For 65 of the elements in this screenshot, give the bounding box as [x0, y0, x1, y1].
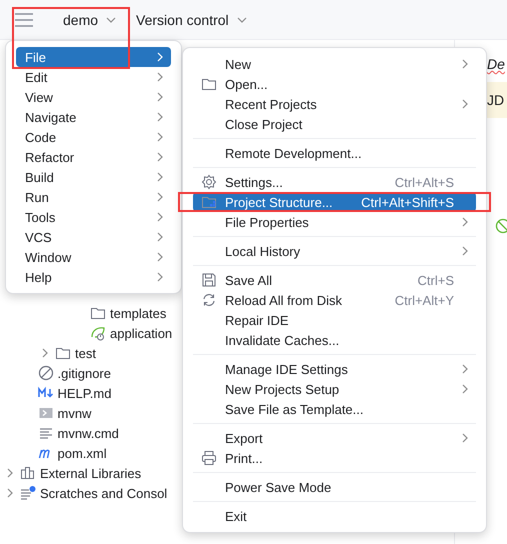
tree-item[interactable]: mvnw.cmd	[58, 426, 119, 440]
menu-item[interactable]: Window	[16, 247, 171, 267]
menu-item[interactable]: Edit	[16, 67, 171, 87]
menu-item[interactable]: VCS	[16, 227, 171, 247]
vcs-dropdown[interactable]: Version control	[132, 10, 251, 30]
chevron-right-icon[interactable]	[7, 468, 13, 478]
tree-item[interactable]: .gitignore	[58, 366, 111, 380]
menu-item[interactable]: Invalidate Caches...	[193, 330, 476, 350]
menu-item[interactable]: Local History	[193, 241, 476, 261]
no-entry-icon	[495, 218, 507, 234]
menu-item[interactable]: New	[193, 54, 476, 74]
settings-icon	[201, 174, 217, 190]
tree-item[interactable]: mvnw	[58, 406, 92, 420]
chevron-right-icon[interactable]	[7, 488, 13, 498]
tree-item[interactable]: HELP.md	[58, 386, 112, 400]
tree-item[interactable]: Scratches and Consol	[40, 486, 168, 500]
leaf-config-icon	[90, 325, 106, 341]
folder-icon	[201, 194, 217, 210]
folder-icon	[55, 345, 71, 361]
menu-item[interactable]: Reload All from Disk Ctrl+Alt+Y	[193, 290, 476, 310]
menu-icon	[15, 12, 33, 26]
menu-item[interactable]: Code	[16, 127, 171, 147]
project-dropdown[interactable]: demo	[59, 10, 120, 30]
menu-item[interactable]: Print...	[193, 448, 476, 468]
libraries-icon	[20, 465, 36, 481]
tree-item[interactable]: test	[75, 346, 96, 360]
menu-item[interactable]: Open...	[193, 74, 476, 94]
ignore-icon	[38, 365, 54, 381]
menu-item[interactable]: Recent Projects	[193, 94, 476, 114]
tree-item[interactable]: External Libraries	[40, 466, 142, 480]
tree-item[interactable]: pom.xml	[58, 446, 107, 460]
printer-icon	[201, 450, 217, 466]
menu-item[interactable]: Settings... Ctrl+Alt+S	[193, 172, 476, 192]
menu-item[interactable]: Export	[193, 428, 476, 448]
menu-item[interactable]: New Projects Setup	[193, 379, 476, 399]
menu-item[interactable]: Save File as Template...	[193, 399, 476, 419]
reload-icon	[201, 292, 217, 308]
terminal-icon	[38, 405, 54, 421]
code-text: JD	[487, 92, 504, 108]
menu-item[interactable]: File	[16, 47, 171, 67]
menu-item[interactable]: Tools	[16, 207, 171, 227]
chevron-right-icon[interactable]	[42, 348, 48, 358]
menu-item[interactable]: Remote Development...	[193, 143, 476, 163]
menu-item[interactable]: Refactor	[16, 147, 171, 167]
folder-icon	[90, 305, 106, 321]
tree-item[interactable]: application	[110, 326, 172, 340]
menu-item[interactable]: Manage IDE Settings	[193, 359, 476, 379]
menu-item[interactable]: Close Project	[193, 114, 476, 134]
folder-icon	[201, 76, 217, 92]
tree-item[interactable]: templates	[110, 306, 166, 320]
menu-item[interactable]: Save All Ctrl+S	[193, 270, 476, 290]
save-icon	[201, 272, 217, 288]
menu-item[interactable]: Repair IDE	[193, 310, 476, 330]
chevron-down-icon	[236, 16, 247, 22]
menu-item[interactable]: Build	[16, 167, 171, 187]
menu-item[interactable]: Exit	[193, 506, 476, 526]
scratches-icon	[20, 485, 36, 501]
menu-item[interactable]: View	[16, 87, 171, 107]
code-text: De	[487, 56, 505, 72]
menu-item[interactable]: Navigate	[16, 107, 171, 127]
menu-item[interactable]: Run	[16, 187, 171, 207]
menu-item[interactable]: Power Save Mode	[193, 477, 476, 497]
menu-item[interactable]: Help	[16, 267, 171, 287]
chevron-down-icon	[106, 16, 116, 22]
menu-item[interactable]: File Properties	[193, 212, 476, 232]
